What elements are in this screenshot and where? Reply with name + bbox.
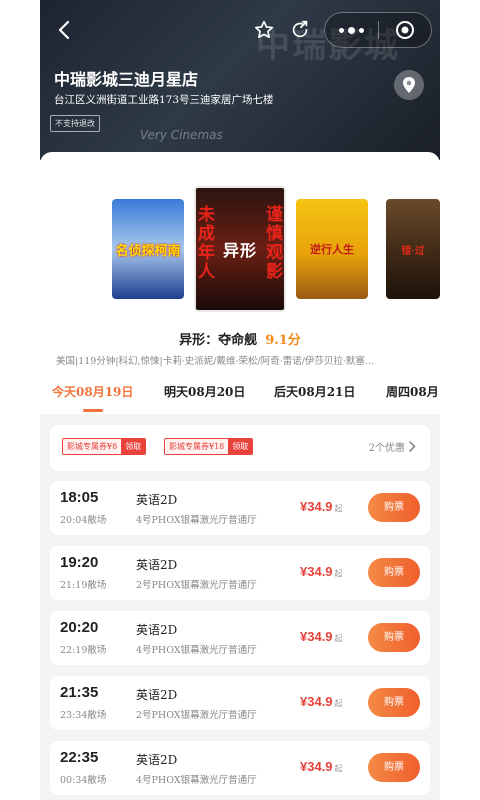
- claim-coupon-button[interactable]: 领取: [121, 439, 146, 454]
- coupon-8[interactable]: 影城专属券¥8 领取: [62, 438, 147, 455]
- chevron-left-icon: [58, 20, 70, 40]
- tab-date-thursday[interactable]: 周四08月: [386, 383, 439, 400]
- show-end-time: 21:19散场: [60, 580, 107, 591]
- favorite-button[interactable]: [250, 16, 278, 44]
- buy-ticket-button[interactable]: 购票: [368, 558, 420, 587]
- show-start-time: 21:35: [60, 684, 99, 701]
- movie-title: 异形：夺命舰 9.1分: [40, 329, 440, 348]
- show-hall: 2号PHOX银幕激光厅普通厅: [136, 580, 257, 591]
- date-tabs: 今天08月19日 明天08月20日 后天08月21日 周四08月: [40, 377, 440, 413]
- active-tab-indicator: [83, 409, 103, 412]
- movie-poster[interactable]: 名侦探柯南: [112, 199, 184, 299]
- tab-date-tomorrow[interactable]: 明天08月20日: [164, 383, 245, 400]
- show-end-time: 23:34散场: [60, 710, 107, 721]
- show-price: ¥34.9 起: [300, 499, 343, 514]
- tab-date-today[interactable]: 今天08月19日: [52, 383, 133, 400]
- poster-title: 异形: [222, 241, 257, 260]
- showtime-row[interactable]: 20:20 22:19散场 英语2D 4号PHOX银幕激光厅普通厅 ¥34.9 起…: [50, 611, 430, 665]
- movie-score: 9.1分: [265, 333, 301, 348]
- movie-name: 异形：夺命舰: [179, 333, 258, 348]
- show-language: 英语2D: [136, 558, 178, 572]
- show-end-time: 20:04散场: [60, 515, 107, 526]
- show-hall: 2号PHOX银幕激光厅普通厅: [136, 710, 257, 721]
- coupon-18[interactable]: 影城专属券¥18 领取: [164, 438, 254, 455]
- location-pin-icon: [403, 77, 415, 93]
- movie-poster-selected[interactable]: 未成年人 异形 谨慎观影: [194, 186, 286, 312]
- showtime-row[interactable]: 19:20 21:19散场 英语2D 2号PHOX银幕激光厅普通厅 ¥34.9 起…: [50, 546, 430, 600]
- cinema-address: 台江区义洲街道工业路173号三迪家居广场七楼: [54, 94, 274, 106]
- poster-carousel[interactable]: 名侦探柯南 未成年人 异形 谨慎观影 逆行人生 错·过: [40, 152, 440, 322]
- share-button[interactable]: [286, 16, 314, 44]
- show-price: ¥34.9 起: [300, 564, 343, 579]
- show-language: 英语2D: [136, 688, 178, 702]
- offers-link[interactable]: 2个优惠: [369, 439, 416, 454]
- movie-poster[interactable]: 错·过: [386, 199, 440, 299]
- share-icon: [292, 20, 308, 38]
- showtime-row[interactable]: 18:05 20:04散场 英语2D 4号PHOX银幕激光厅普通厅 ¥34.9 起…: [50, 481, 430, 535]
- close-mini-program-button[interactable]: [379, 20, 431, 40]
- show-hall: 4号PHOX银幕激光厅普通厅: [136, 775, 257, 786]
- showtime-row[interactable]: 21:35 23:34散场 英语2D 2号PHOX银幕激光厅普通厅 ¥34.9 起…: [50, 676, 430, 730]
- target-icon: [395, 21, 414, 39]
- show-hall: 4号PHOX银幕激光厅普通厅: [136, 515, 257, 526]
- show-start-time: 22:35: [60, 749, 99, 766]
- movie-meta: 美国|119分钟|科幻,惊悚|卡莉·史派妮/戴维·荣松/阿奇·雷诺/伊莎贝拉·默…: [56, 356, 374, 367]
- location-button[interactable]: [394, 70, 424, 100]
- show-price: ¥34.9 起: [300, 629, 343, 644]
- buy-ticket-button[interactable]: 购票: [368, 623, 420, 652]
- cinema-name: 中瑞影城三迪月星店: [54, 70, 199, 89]
- show-language: 英语2D: [136, 623, 178, 637]
- claim-coupon-button[interactable]: 领取: [228, 439, 253, 454]
- buy-ticket-button[interactable]: 购票: [368, 753, 420, 782]
- header-bg-sign-en: Very Cinemas: [140, 128, 223, 142]
- buy-ticket-button[interactable]: 购票: [368, 688, 420, 717]
- show-language: 英语2D: [136, 753, 178, 767]
- movie-poster[interactable]: 逆行人生: [296, 199, 368, 299]
- show-price: ¥34.9 起: [300, 694, 343, 709]
- showtime-row[interactable]: 22:35 00:34散场 英语2D 4号PHOX银幕激光厅普通厅 ¥34.9 起…: [50, 741, 430, 795]
- buy-ticket-button[interactable]: 购票: [368, 493, 420, 522]
- offer-count: 2个优惠: [368, 443, 405, 454]
- show-start-time: 19:20: [60, 554, 99, 571]
- refund-tag: 不支持退改: [50, 115, 100, 132]
- cinema-page: 中瑞影城 Very Cinemas 中瑞影城三迪月星店 台江区义洲街道工业路17…: [40, 0, 440, 800]
- show-end-time: 22:19散场: [60, 645, 107, 656]
- more-dots-icon: [339, 27, 344, 33]
- chevron-right-icon: [409, 441, 416, 452]
- poster-side-text-right: 谨慎观影: [266, 205, 283, 282]
- show-start-time: 20:20: [60, 619, 99, 636]
- show-hall: 4号PHOX银幕激光厅普通厅: [136, 645, 257, 656]
- more-button[interactable]: [325, 26, 378, 34]
- star-icon: [254, 20, 274, 39]
- mini-program-capsule: [324, 12, 432, 48]
- coupon-bar[interactable]: 影城专属券¥8 领取 影城专属券¥18 领取 2个优惠: [50, 425, 430, 471]
- tab-date-day-after[interactable]: 后天08月21日: [274, 383, 355, 400]
- show-start-time: 18:05: [60, 489, 99, 506]
- cinema-header: 中瑞影城 Very Cinemas 中瑞影城三迪月星店 台江区义洲街道工业路17…: [40, 0, 440, 160]
- poster-side-text-left: 未成年人: [198, 205, 215, 282]
- show-language: 英语2D: [136, 493, 178, 507]
- show-price: ¥34.9 起: [300, 759, 343, 774]
- back-button[interactable]: [50, 16, 78, 44]
- show-end-time: 00:34散场: [60, 775, 107, 786]
